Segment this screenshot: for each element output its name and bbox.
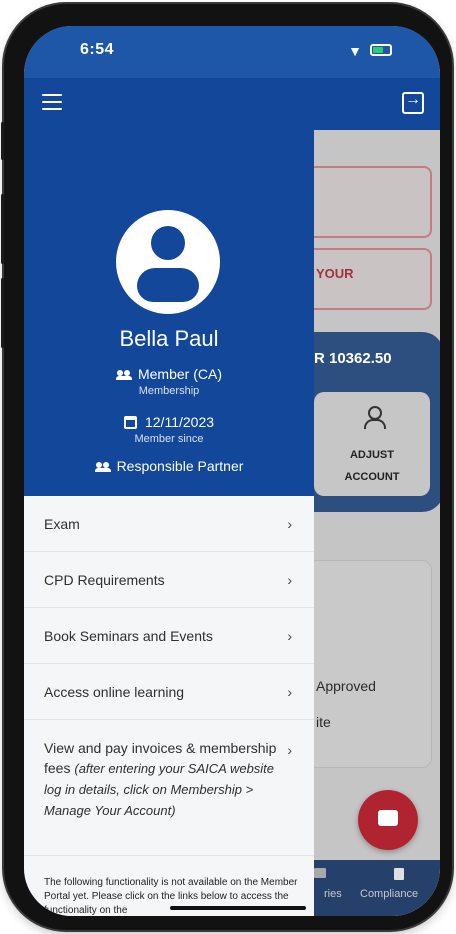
chat-fab bbox=[358, 790, 418, 850]
user-name: Bella Paul bbox=[119, 326, 219, 351]
balance-amount: R 10362.50 bbox=[314, 350, 392, 367]
person-icon bbox=[364, 406, 386, 429]
menu-item-label: CPD Requirements bbox=[44, 572, 165, 588]
menu-item-label: Access online learning bbox=[44, 684, 185, 700]
menu-item-invoices[interactable]: View and pay invoices & membership fees … bbox=[24, 720, 314, 856]
navigation-drawer: Bella Paul Member (CA) Membership 12/11/… bbox=[24, 130, 314, 916]
logout-icon[interactable] bbox=[402, 91, 424, 114]
mute-switch bbox=[1, 122, 4, 160]
partial-text: ite bbox=[316, 714, 331, 730]
nav-label-partial: ries bbox=[324, 888, 342, 900]
membership-label: Membership bbox=[138, 385, 200, 397]
alert-card-text: YOUR bbox=[316, 266, 354, 281]
account-label: ACCOUNT bbox=[344, 471, 400, 483]
menu-item-note: (after entering your SAICA website log i… bbox=[44, 761, 275, 818]
chevron-right-icon: › bbox=[287, 684, 292, 700]
profile-header: Bella Paul Member (CA) Membership 12/11/… bbox=[24, 130, 314, 496]
member-since-label: Member since bbox=[134, 433, 204, 445]
membership-value: Member (CA) bbox=[137, 366, 222, 382]
calendar-icon bbox=[123, 416, 137, 430]
unavailable-notice: The following functionality is not avail… bbox=[44, 877, 298, 916]
hamburger-menu-icon[interactable] bbox=[42, 94, 62, 110]
status-time: 6:54 bbox=[80, 41, 115, 58]
adjust-account-button: ADJUST ACCOUNT bbox=[314, 392, 430, 496]
chevron-right-icon: › bbox=[287, 742, 292, 758]
membership-info: Member (CA) Membership bbox=[24, 366, 314, 397]
adjust-label: ADJUST bbox=[349, 449, 394, 461]
approved-text: Approved bbox=[316, 678, 376, 694]
menu-item-label: Exam bbox=[44, 516, 80, 532]
menu-item-online-learning[interactable]: Access online learning › bbox=[24, 664, 314, 720]
people-icon bbox=[94, 461, 111, 472]
wifi-icon: ▼ bbox=[348, 43, 362, 59]
chevron-right-icon: › bbox=[287, 628, 292, 644]
status-bar: 6:54 ▼ bbox=[24, 26, 440, 78]
battery-icon bbox=[370, 44, 392, 56]
member-since-info: 12/11/2023 Member since bbox=[24, 414, 314, 445]
role-info: Responsible Partner bbox=[24, 458, 314, 476]
home-indicator[interactable] bbox=[170, 906, 306, 910]
chevron-right-icon: › bbox=[287, 572, 292, 588]
menu-item-cpd-requirements[interactable]: CPD Requirements › bbox=[24, 552, 314, 608]
nav-icon bbox=[314, 868, 326, 878]
volume-up-button bbox=[1, 194, 4, 264]
phone-frame: 6:54 ▼ YOUR R 10362.50 ADJUST ACCOUNT bbox=[1, 4, 452, 930]
menu-item-label: Book Seminars and Events bbox=[44, 628, 213, 644]
avatar bbox=[116, 210, 220, 314]
app-bar bbox=[24, 78, 440, 130]
role-value: Responsible Partner bbox=[116, 458, 244, 474]
chevron-right-icon: › bbox=[287, 516, 292, 532]
screen: 6:54 ▼ YOUR R 10362.50 ADJUST ACCOUNT bbox=[24, 26, 440, 916]
member-since-value: 12/11/2023 bbox=[144, 414, 215, 430]
menu-item-exam[interactable]: Exam › bbox=[24, 496, 314, 552]
drawer-menu: Exam › CPD Requirements › Book Seminars … bbox=[24, 496, 314, 856]
volume-down-button bbox=[1, 278, 4, 348]
menu-item-book-seminars[interactable]: Book Seminars and Events › bbox=[24, 608, 314, 664]
nav-label-compliance: Compliance bbox=[360, 888, 419, 900]
people-icon bbox=[115, 369, 132, 380]
compliance-icon bbox=[394, 868, 404, 880]
